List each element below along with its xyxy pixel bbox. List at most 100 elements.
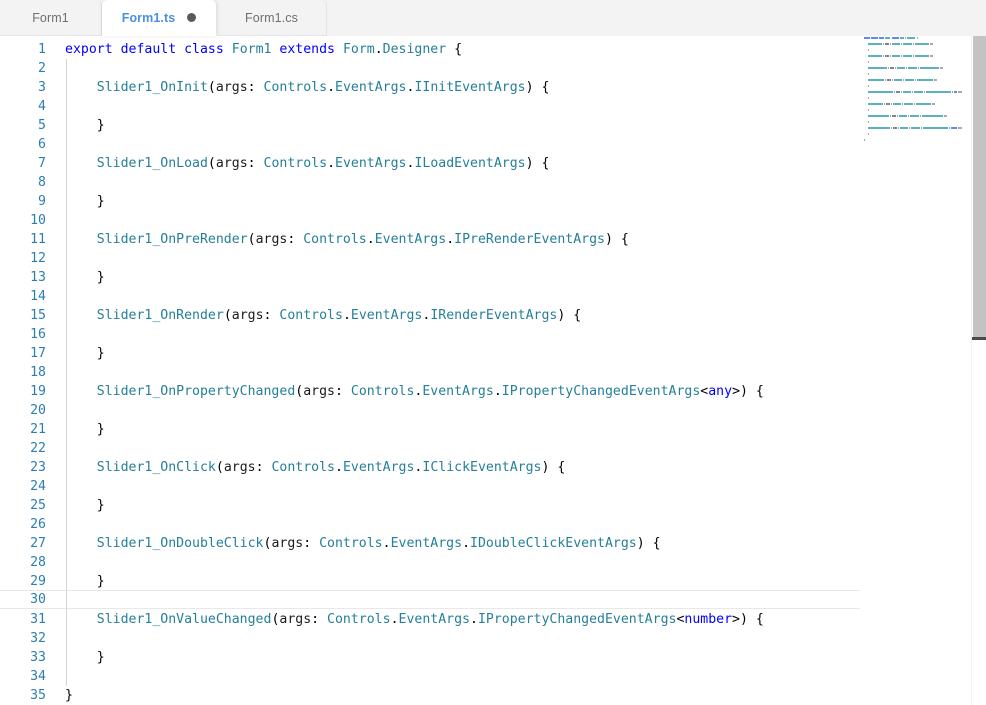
code-line[interactable]: 10 (0, 211, 868, 230)
code-line[interactable]: 28 (0, 553, 868, 572)
indent-guide (66, 477, 67, 496)
line-number: 27 (0, 534, 46, 553)
line-number: 16 (0, 325, 46, 344)
line-number: 31 (0, 610, 46, 629)
code-line[interactable]: 20 (0, 401, 868, 420)
indent-guide (66, 439, 67, 458)
code-line[interactable]: 27 Slider1_OnDoubleClick(args: Controls.… (0, 534, 868, 553)
indent-guide (66, 591, 67, 610)
line-number: 25 (0, 496, 46, 515)
code-line[interactable]: 35} (0, 686, 868, 705)
line-number: 30 (0, 591, 46, 608)
indent-guide (66, 667, 67, 686)
code-line-text: } (65, 268, 105, 287)
indent-guide (66, 230, 67, 249)
code-line-text: Slider1_OnValueChanged(args: Controls.Ev… (65, 610, 764, 629)
line-number: 9 (0, 192, 46, 211)
code-line[interactable]: 31 Slider1_OnValueChanged(args: Controls… (0, 610, 868, 629)
code-line[interactable]: 9 } (0, 192, 868, 211)
code-editor-window: Form1 Form1.ts Form1.cs 1 export default … (0, 0, 986, 705)
indent-guide (66, 629, 67, 648)
indent-guide (66, 154, 67, 173)
code-line[interactable]: 23 Slider1_OnClick(args: Controls.EventA… (0, 458, 868, 477)
code-line[interactable]: 17 } (0, 344, 868, 363)
code-line-text: Slider1_OnPreRender(args: Controls.Event… (65, 230, 629, 249)
vertical-scrollbar-thumb[interactable] (973, 36, 986, 340)
line-number: 7 (0, 154, 46, 173)
code-line[interactable]: 33 } (0, 648, 868, 667)
line-number: 15 (0, 306, 46, 325)
code-line[interactable]: 19 Slider1_OnPropertyChanged(args: Contr… (0, 382, 868, 401)
line-number: 8 (0, 173, 46, 192)
indent-guide (66, 496, 67, 515)
indent-guide (66, 306, 67, 325)
indent-guide (66, 382, 67, 401)
code-line[interactable]: 4 (0, 97, 868, 116)
indent-guide (66, 116, 67, 135)
tab-form1[interactable]: Form1 (0, 0, 102, 36)
indent-guide (66, 420, 67, 439)
line-number: 28 (0, 553, 46, 572)
code-line[interactable]: 2 (0, 59, 868, 78)
line-number: 14 (0, 287, 46, 306)
indent-guide (66, 572, 67, 591)
line-number: 20 (0, 401, 46, 420)
code-line[interactable]: 30 (0, 590, 868, 609)
code-line[interactable]: 6 (0, 135, 868, 154)
code-line[interactable]: 29 } (0, 572, 868, 591)
code-text-area[interactable]: 1 export default class Form1 extends Form… (0, 36, 986, 705)
code-line[interactable]: 15 Slider1_OnRender(args: Controls.Event… (0, 306, 868, 325)
code-line-text: } (65, 686, 73, 705)
code-line[interactable]: 26 (0, 515, 868, 534)
line-number: 26 (0, 515, 46, 534)
line-number: 13 (0, 268, 46, 287)
code-line[interactable]: 5 } (0, 116, 868, 135)
indent-guide (66, 287, 67, 306)
code-line[interactable]: 25 } (0, 496, 868, 515)
line-number: 32 (0, 629, 46, 648)
indent-guide (66, 363, 67, 382)
line-number: 29 (0, 572, 46, 591)
tab-label: Form1.cs (245, 11, 298, 25)
indent-guide (66, 648, 67, 667)
code-line[interactable]: 14 (0, 287, 868, 306)
code-line-text: } (65, 496, 105, 515)
line-number: 2 (0, 59, 46, 78)
editor-body[interactable]: 1 export default class Form1 extends Form… (0, 36, 986, 705)
code-line-text: export default class Form1 extends Form.… (65, 40, 462, 59)
line-number: 18 (0, 363, 46, 382)
scrollbar-cursor-marker (972, 337, 986, 340)
indent-guide (66, 325, 67, 344)
code-line-text: Slider1_OnPropertyChanged(args: Controls… (65, 382, 764, 401)
indent-guide (66, 173, 67, 192)
line-number: 22 (0, 439, 46, 458)
code-line[interactable]: 11 Slider1_OnPreRender(args: Controls.Ev… (0, 230, 868, 249)
code-line[interactable]: 16 (0, 325, 868, 344)
vertical-scrollbar[interactable] (971, 36, 986, 705)
code-line[interactable]: 12 (0, 249, 868, 268)
code-line[interactable]: 34 (0, 667, 868, 686)
code-line[interactable]: 21 } (0, 420, 868, 439)
indent-guide (66, 344, 67, 363)
code-line[interactable]: 3 Slider1_OnInit(args: Controls.EventArg… (0, 78, 868, 97)
indent-guide (66, 97, 67, 116)
code-line[interactable]: 18 (0, 363, 868, 382)
code-line[interactable]: 24 (0, 477, 868, 496)
tab-form1-cs[interactable]: Form1.cs (217, 0, 327, 36)
code-line[interactable]: 22 (0, 439, 868, 458)
line-number: 1 (0, 40, 46, 59)
code-line[interactable]: 32 (0, 629, 868, 648)
line-number: 17 (0, 344, 46, 363)
tab-form1-ts[interactable]: Form1.ts (102, 0, 217, 36)
unsaved-changes-dot-icon[interactable] (187, 13, 196, 22)
code-line[interactable]: 1 export default class Form1 extends Form… (0, 40, 868, 59)
code-line-text: } (65, 344, 105, 363)
code-line[interactable]: 8 (0, 173, 868, 192)
code-line[interactable]: 7 Slider1_OnLoad(args: Controls.EventArg… (0, 154, 868, 173)
indent-guide (66, 135, 67, 154)
code-line[interactable]: 13 } (0, 268, 868, 287)
line-number: 24 (0, 477, 46, 496)
indent-guide (66, 59, 67, 78)
line-number: 33 (0, 648, 46, 667)
editor-tab-bar: Form1 Form1.ts Form1.cs (0, 0, 986, 36)
